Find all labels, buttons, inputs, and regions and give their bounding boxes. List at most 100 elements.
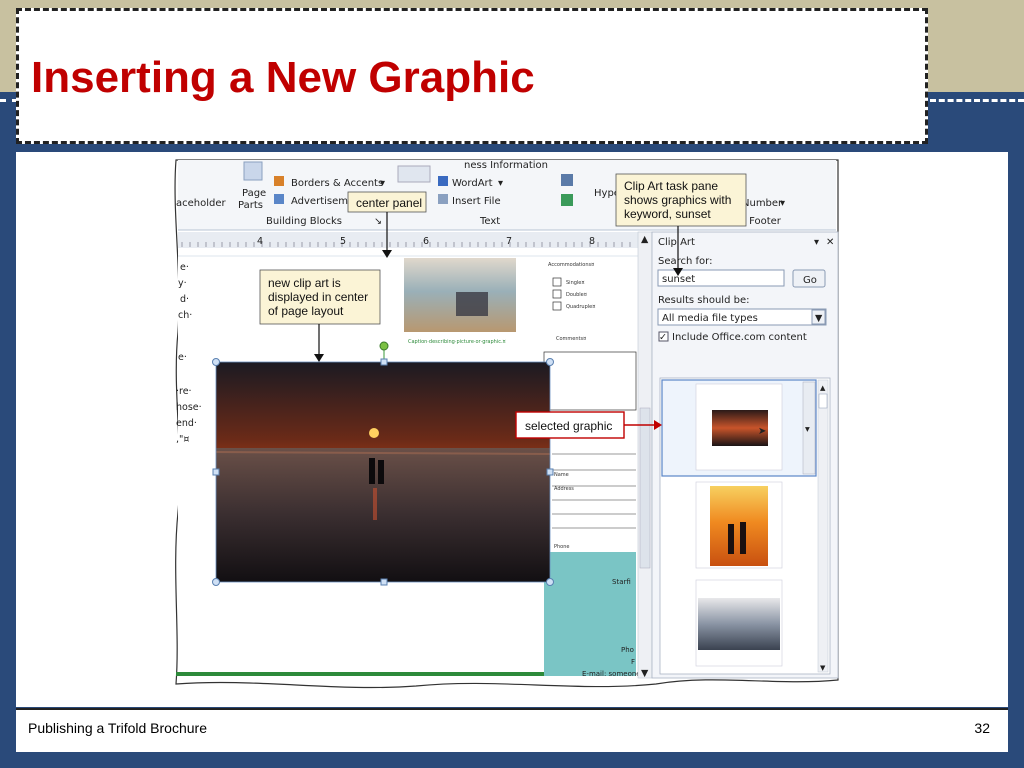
media-types-value: All media file types [662,313,758,324]
pointer-cursor-icon: ➤ [758,426,766,437]
borders-icon [274,176,284,186]
ruler-mark: 7 [506,236,512,247]
body-text-fragment: hose· [176,402,202,413]
single-checkbox[interactable] [552,277,562,287]
selected-graphic-callout-text: selected graphic [525,419,612,433]
header-footer-group: t Footer [742,216,782,227]
result-menu-icon[interactable]: ▾ [805,424,810,435]
number-button[interactable]: Number [742,198,783,209]
resize-handle[interactable] [212,578,220,586]
placeholder-label[interactable]: aceholder [176,198,227,209]
double-label: Double¤ [566,292,587,298]
slide-footer: Publishing a Trifold Brochure 32 [16,708,1008,752]
ruler-mark: 8 [589,236,595,247]
chevron-down-icon[interactable]: ▼ [815,313,823,324]
advertisements-icon [274,194,284,204]
single-label: Single¤ [566,280,585,286]
search-for-label: Search for: [658,256,712,267]
advertisements-button[interactable]: Advertiseme [291,196,354,207]
double-checkbox[interactable] [552,289,562,299]
pane-options-icon[interactable]: ▾ [814,237,819,248]
include-office-label[interactable]: Include Office.com content [672,332,807,343]
result-thumbnail[interactable] [698,598,780,650]
result-thumbnail[interactable] [710,486,768,566]
footer-title: Publishing a Trifold Brochure [28,720,207,736]
accommodations-heading: Accommodations¤ [548,262,594,268]
resize-handle[interactable] [380,358,388,366]
scroll-up-icon[interactable]: ▲ [641,234,649,245]
borders-dropdown-icon[interactable]: ▾ [380,178,385,189]
address-form [552,442,636,552]
borders-accents-button[interactable]: Borders & Accents [291,178,383,189]
publisher-screenshot: aceholder Page Parts Borders & Accents ▾… [174,159,839,689]
insert-file-button[interactable]: Insert File [452,196,501,207]
teal-panel [544,552,636,676]
body-text-fragment: end· [176,418,197,429]
business-information-button[interactable]: ness Information [464,160,548,171]
wordart-button[interactable]: WordArt [452,178,493,189]
sun-shape [369,428,379,438]
dialog-launcher-icon[interactable]: ↘ [374,216,382,227]
resize-handle[interactable] [212,358,220,366]
ruler-mark: 6 [423,236,429,247]
silhouette-person [378,460,384,484]
dashed-line-right [930,99,1024,102]
body-text-fragment: d· [180,294,189,305]
silhouette-person [369,458,375,484]
address-field-label: Address [554,486,574,492]
resize-handle[interactable] [546,578,554,586]
clip-art-pane-title: Clip Art [658,237,695,248]
page-parts-icon [243,161,263,181]
slide-content: aceholder Page Parts Borders & Accents ▾… [16,152,1008,707]
name-field-label: Name [554,472,569,478]
ruler-mark: 5 [340,236,346,247]
horizontal-ruler [178,232,638,248]
results-scroll-down-icon[interactable]: ▼ [820,664,826,672]
quadruple-checkbox[interactable] [552,301,562,311]
checkmark-icon: ✓ [659,332,667,343]
resize-handle[interactable] [380,578,388,586]
number-dropdown-icon[interactable]: ▾ [780,198,785,209]
clip-art-pane-callout-text: keyword, sunset [624,207,711,221]
resize-handle[interactable] [546,358,554,366]
title-box: Inserting a New Graphic [16,8,928,144]
wordart-dropdown-icon[interactable]: ▾ [498,178,503,189]
page-parts-button[interactable]: Page [242,188,266,199]
results-scroll-thumb[interactable] [818,393,828,409]
new-clip-art-callout-text: of page layout [268,304,344,318]
phone-text: Pho [621,646,634,654]
photo-caption[interactable]: Caption·describing·picture·or·graphic.¤ [408,339,506,345]
body-text-fragment: y· [178,278,187,289]
wordart-icon [438,176,448,186]
body-text-fragment: e· [180,262,189,273]
email-text: E-mail: someone [582,670,641,678]
resize-handle[interactable] [546,468,554,476]
textbox-icon[interactable] [397,165,431,183]
text-group-label: Text [479,216,500,227]
body-text-fragment: ch· [178,310,192,321]
quadruple-label: Quadruple¤ [566,304,595,310]
resize-handle[interactable] [212,468,220,476]
results-scrollbar[interactable] [817,379,829,673]
page-parts-button-line2[interactable]: Parts [238,200,263,211]
search-input-value: sunset [662,274,695,285]
scroll-down-icon[interactable]: ▼ [641,668,649,679]
document-scroll-thumb[interactable] [639,407,651,569]
results-scroll-up-icon[interactable]: ▲ [820,384,826,392]
new-clip-art-callout-text: new clip art is [268,276,341,290]
comments-box[interactable] [543,351,637,411]
close-icon[interactable]: ✕ [826,237,834,248]
object-icon[interactable] [561,194,573,206]
new-clip-art-callout-text: displayed in center [268,290,368,304]
insert-file-icon [438,194,448,204]
go-button-label: Go [803,275,817,286]
building-blocks-group: Building Blocks [266,216,342,227]
date-time-icon[interactable] [561,174,573,186]
body-text-fragment: ,"¤ [176,434,189,445]
comments-label: Comments¤ [556,336,586,342]
slide-title: Inserting a New Graphic [31,53,535,102]
starfish-text: Starfi [612,578,631,586]
body-text-fragment: e· [178,352,187,363]
rotate-handle[interactable] [379,341,389,351]
results-label: Results should be: [658,295,749,306]
